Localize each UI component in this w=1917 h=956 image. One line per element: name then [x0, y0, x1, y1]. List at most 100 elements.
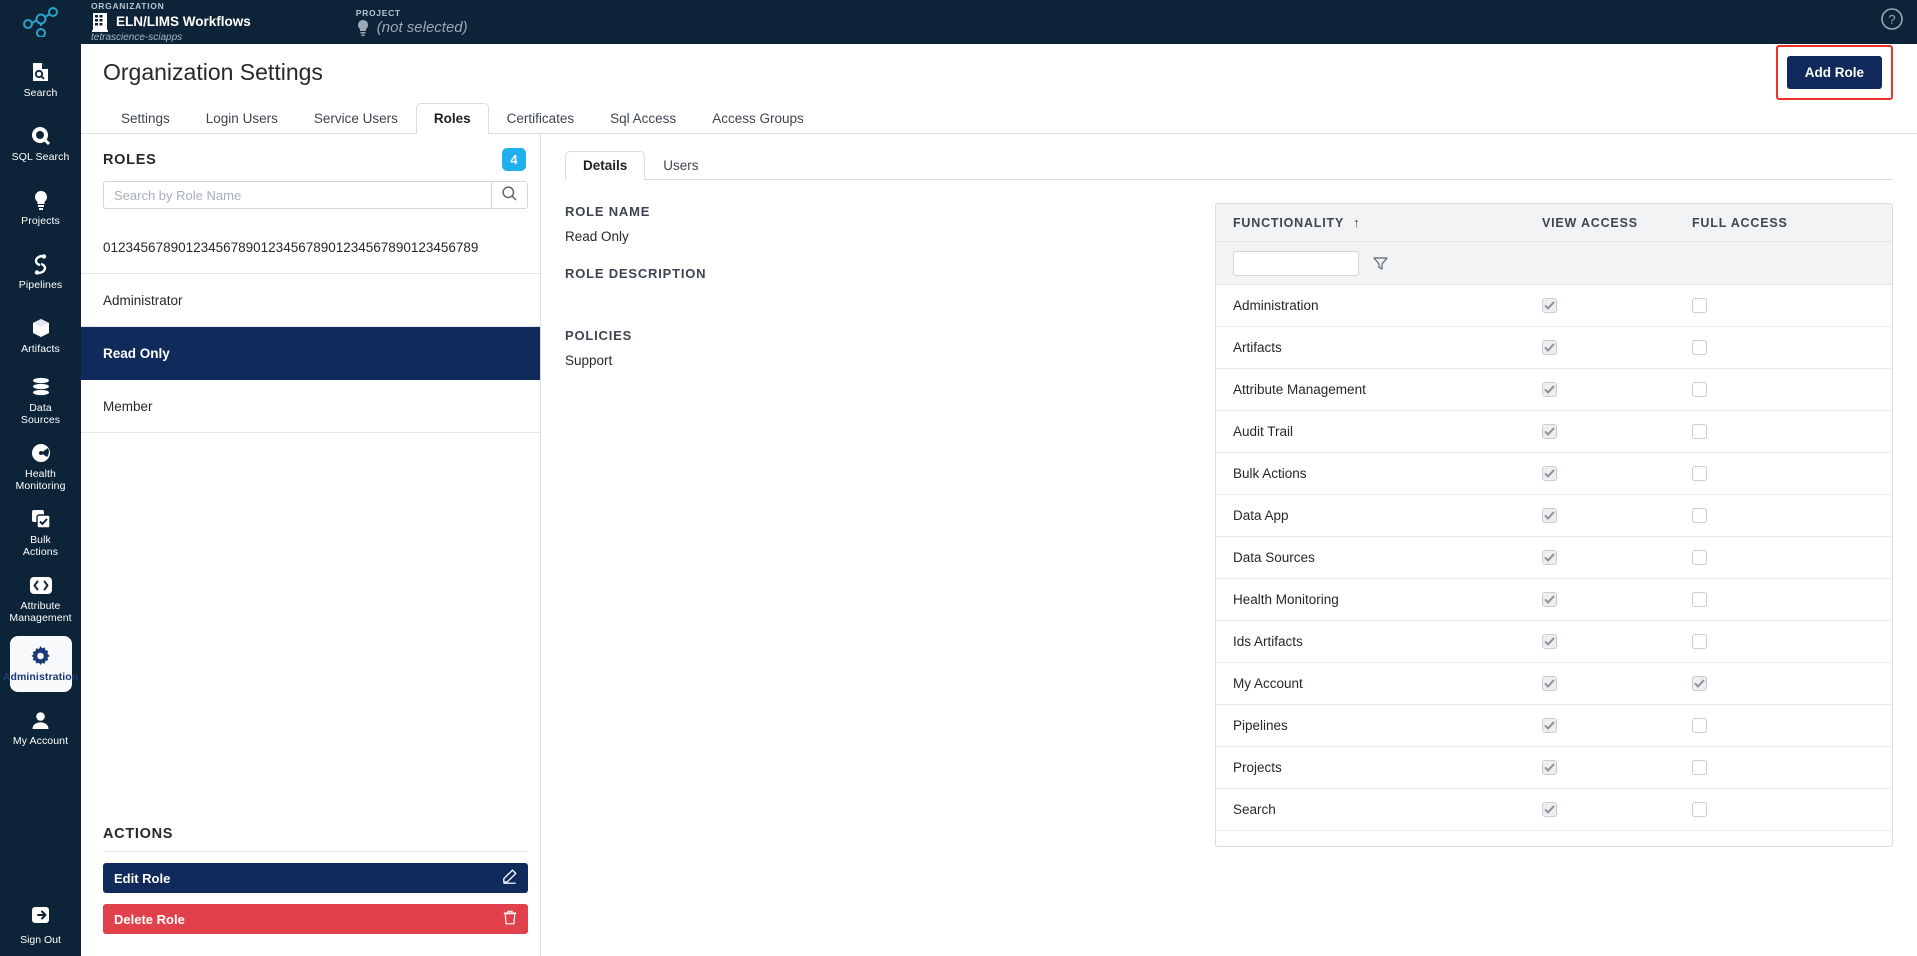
sidebar-item-administration[interactable]: Administration — [3, 636, 78, 692]
functionality-name: Administration — [1233, 298, 1319, 313]
full-access-checkbox[interactable] — [1692, 592, 1707, 607]
view-access-checkbox[interactable] — [1542, 802, 1557, 817]
actions-panel: ACTIONS Edit Role Delete Role — [81, 816, 540, 956]
add-role-button[interactable]: Add Role — [1786, 55, 1882, 89]
lightbulb-icon — [33, 189, 49, 211]
edit-role-button[interactable]: Edit Role — [103, 863, 528, 893]
svg-text:?: ? — [1888, 12, 1895, 27]
functionality-name: Search — [1233, 802, 1276, 817]
tab-settings[interactable]: Settings — [103, 103, 188, 134]
table-row[interactable]: Data App — [1216, 495, 1892, 537]
list-item[interactable]: 0123456789012345678901234567890123456789… — [81, 221, 540, 274]
column-header-view-access[interactable]: VIEW ACCESS — [1542, 216, 1692, 230]
organization-name: ELN/LIMS Workflows — [116, 14, 251, 29]
table-row[interactable]: Attribute Management — [1216, 369, 1892, 411]
full-access-checkbox[interactable] — [1692, 760, 1707, 775]
sidebar-item-health-monitoring[interactable]: Health Monitoring — [10, 438, 72, 496]
view-access-cell — [1542, 592, 1692, 607]
table-row[interactable]: Artifacts — [1216, 327, 1892, 369]
view-access-checkbox[interactable] — [1542, 340, 1557, 355]
table-row[interactable]: Data Sources — [1216, 537, 1892, 579]
sidebar-item-bulk-actions[interactable]: Bulk Actions — [10, 504, 72, 562]
sidebar-item-projects[interactable]: Projects — [10, 180, 72, 236]
table-body[interactable]: Administration Artifacts Attribute Manag — [1216, 285, 1892, 846]
column-header-full-access[interactable]: FULL ACCESS — [1692, 216, 1892, 230]
help-circle-icon[interactable]: ? — [1881, 8, 1903, 35]
role-description-label: ROLE DESCRIPTION — [565, 266, 707, 281]
sidebar-item-data-sources[interactable]: Data Sources — [10, 372, 72, 430]
sidebar-item-label: Pipelines — [18, 279, 63, 291]
view-access-checkbox[interactable] — [1542, 550, 1557, 565]
view-access-checkbox[interactable] — [1542, 298, 1557, 313]
column-header-functionality[interactable]: FUNCTIONALITY ↑ — [1216, 215, 1542, 230]
sidebar-items: Search SQL Search Projects Pipelines Art… — [0, 52, 81, 764]
app-logo[interactable] — [0, 0, 81, 44]
table-row[interactable]: Projects — [1216, 747, 1892, 789]
list-item[interactable]: Read Only — [81, 327, 540, 380]
full-access-checkbox[interactable] — [1692, 634, 1707, 649]
tab-access-groups[interactable]: Access Groups — [694, 103, 822, 134]
full-access-checkbox[interactable] — [1692, 718, 1707, 733]
table-row[interactable]: Ids Artifacts — [1216, 621, 1892, 663]
view-access-checkbox[interactable] — [1542, 592, 1557, 607]
tab-service-users[interactable]: Service Users — [296, 103, 416, 134]
sidebar-item-artifacts[interactable]: Artifacts — [10, 308, 72, 364]
settings-tabs: Settings Login Users Service Users Roles… — [81, 100, 1917, 134]
full-access-cell — [1692, 592, 1892, 607]
view-access-checkbox[interactable] — [1542, 634, 1557, 649]
list-item[interactable]: Member — [81, 380, 540, 433]
delete-role-button[interactable]: Delete Role — [103, 904, 528, 934]
sidebar-item-search[interactable]: Search — [10, 52, 72, 108]
tab-roles[interactable]: Roles — [415, 103, 489, 134]
tab-sql-access[interactable]: Sql Access — [592, 103, 694, 134]
functionality-name: Attribute Management — [1233, 382, 1366, 397]
table-row[interactable]: My Account — [1216, 663, 1892, 705]
functionality-name: Health Monitoring — [1233, 592, 1339, 607]
tab-certificates[interactable]: Certificates — [489, 103, 593, 134]
table-row[interactable]: Audit Trail — [1216, 411, 1892, 453]
view-access-checkbox[interactable] — [1542, 760, 1557, 775]
full-access-checkbox[interactable] — [1692, 382, 1707, 397]
view-access-checkbox[interactable] — [1542, 382, 1557, 397]
full-access-cell — [1692, 508, 1892, 523]
full-access-checkbox[interactable] — [1692, 424, 1707, 439]
table-row[interactable]: Search — [1216, 789, 1892, 831]
building-icon — [91, 12, 109, 32]
view-access-checkbox[interactable] — [1542, 424, 1557, 439]
user-icon — [31, 709, 50, 731]
full-access-checkbox[interactable] — [1692, 802, 1707, 817]
search-input[interactable] — [104, 182, 491, 208]
sidebar-item-my-account[interactable]: My Account — [10, 700, 72, 756]
full-access-checkbox[interactable] — [1692, 340, 1707, 355]
sign-out-button[interactable]: Sign Out — [0, 905, 81, 946]
tab-users[interactable]: Users — [645, 151, 716, 180]
sign-out-icon — [31, 905, 51, 930]
full-access-cell — [1692, 340, 1892, 355]
full-access-checkbox[interactable] — [1692, 550, 1707, 565]
tab-details[interactable]: Details — [565, 151, 646, 180]
list-item[interactable]: Administrator — [81, 274, 540, 327]
table-row[interactable]: Pipelines — [1216, 705, 1892, 747]
full-access-checkbox[interactable] — [1692, 466, 1707, 481]
view-access-checkbox[interactable] — [1542, 718, 1557, 733]
project-selector[interactable]: PROJECT (not selected) — [356, 8, 468, 37]
full-access-cell — [1692, 298, 1892, 313]
view-access-checkbox[interactable] — [1542, 466, 1557, 481]
table-row[interactable]: Bulk Actions — [1216, 453, 1892, 495]
table-row[interactable]: Administration — [1216, 285, 1892, 327]
full-access-checkbox[interactable] — [1692, 298, 1707, 313]
full-access-checkbox[interactable] — [1692, 676, 1707, 691]
full-access-checkbox[interactable] — [1692, 508, 1707, 523]
view-access-checkbox[interactable] — [1542, 508, 1557, 523]
search-button[interactable] — [491, 182, 527, 208]
cube-icon — [31, 317, 51, 339]
sidebar-item-attribute-management[interactable]: Attribute Management — [9, 570, 72, 628]
view-access-checkbox[interactable] — [1542, 676, 1557, 691]
functionality-filter-input[interactable] — [1233, 250, 1359, 276]
sidebar-item-pipelines[interactable]: Pipelines — [10, 244, 72, 300]
table-row[interactable]: Health Monitoring — [1216, 579, 1892, 621]
tab-login-users[interactable]: Login Users — [188, 103, 296, 134]
funnel-icon[interactable] — [1373, 256, 1388, 271]
sidebar-item-sql-search[interactable]: SQL Search — [10, 116, 72, 172]
organization-selector[interactable]: ORGANIZATION ELN/LIMS Workflows tetrasci… — [91, 1, 251, 44]
